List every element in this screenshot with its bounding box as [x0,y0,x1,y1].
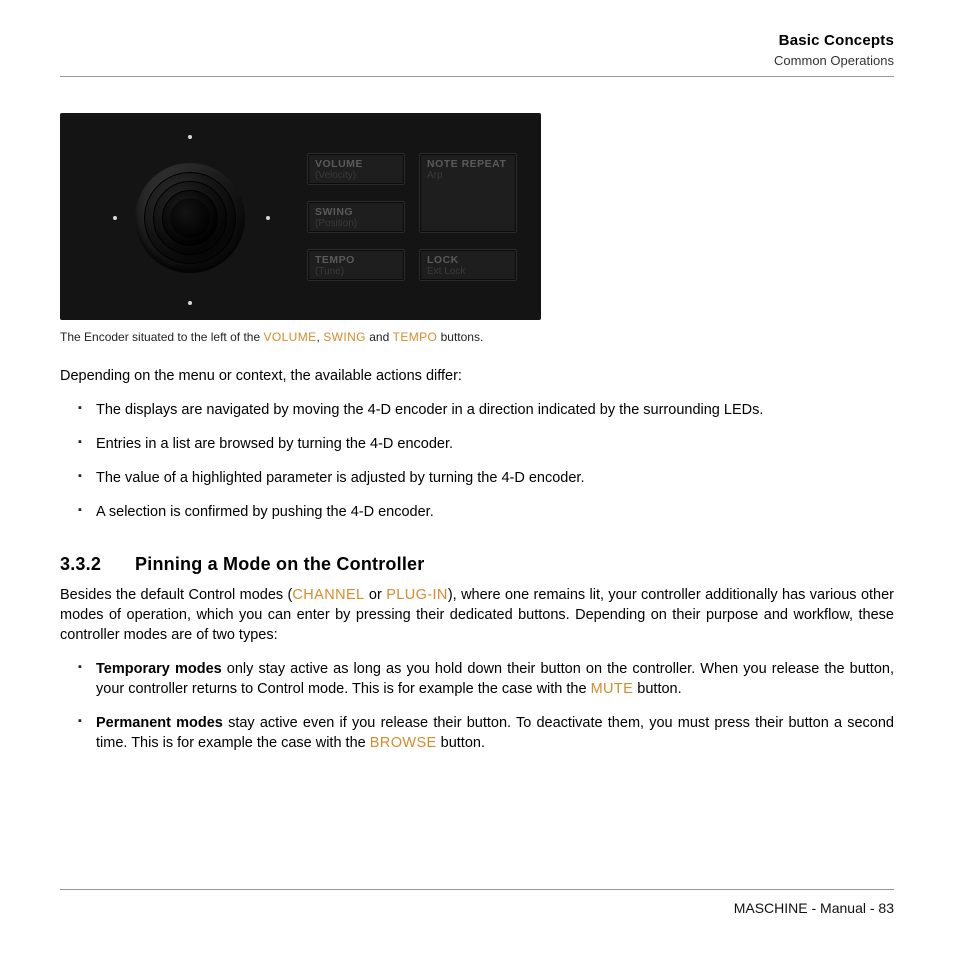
list-item: The value of a highlighted parameter is … [82,468,894,488]
volume-sub: (Velocity) [315,170,397,181]
lock-label: LOCK [427,254,509,266]
led-up-icon [188,135,192,139]
channel-ref: CHANNEL [292,587,364,603]
list-item: Temporary modes only stay active as long… [82,659,894,699]
figure-area: VOLUME (Velocity) SWING (Position) TEMPO… [60,113,894,344]
footer-doc: Manual [820,900,866,916]
bullet-list-1: The displays are navigated by moving the… [82,400,894,522]
permanent-modes-lead: Permanent modes [96,715,223,731]
footer-page: 83 [878,900,894,916]
page-footer: MASCHINE - Manual - 83 [60,889,894,916]
section-paragraph: Besides the default Control modes (CHANN… [60,585,894,645]
note-repeat-button: NOTE REPEAT Arp [419,153,517,233]
encoder-figure: VOLUME (Velocity) SWING (Position) TEMPO… [60,113,541,320]
led-down-icon [188,301,192,305]
note-repeat-sub: Arp [427,170,509,181]
section-heading: 3.3.2 Pinning a Mode on the Controller [60,554,894,575]
led-left-icon [113,216,117,220]
swing-button: SWING (Position) [307,201,405,233]
lock-sub: Ext Lock [427,266,509,277]
note-repeat-label: NOTE REPEAT [427,158,509,170]
footer-rule [60,889,894,890]
bullet-list-2: Temporary modes only stay active as long… [82,659,894,753]
encoder-knob [135,163,245,273]
lock-button: LOCK Ext Lock [419,249,517,281]
footer-text: MASCHINE - Manual - 83 [60,900,894,916]
header-subtitle: Common Operations [60,53,894,68]
caption-text: The Encoder situated to the left of the [60,330,263,344]
mute-ref: MUTE [591,681,634,697]
swing-sub: (Position) [315,218,397,229]
figure-caption: The Encoder situated to the left of the … [60,330,894,344]
browse-ref: BROWSE [370,735,437,751]
volume-button: VOLUME (Velocity) [307,153,405,185]
caption-tempo: TEMPO [393,330,438,344]
list-item: A selection is confirmed by pushing the … [82,502,894,522]
section-title: Pinning a Mode on the Controller [135,554,424,575]
caption-swing: SWING [323,330,366,344]
list-item: Entries in a list are browsed by turning… [82,434,894,454]
temporary-modes-lead: Temporary modes [96,661,222,677]
caption-volume: VOLUME [263,330,316,344]
footer-product: MASCHINE [734,900,808,916]
tempo-button: TEMPO (Tune) [307,249,405,281]
section-number: 3.3.2 [60,554,101,575]
list-item: The displays are navigated by moving the… [82,400,894,420]
page-header: Basic Concepts Common Operations [60,32,894,68]
tempo-label: TEMPO [315,254,397,266]
plugin-ref: PLUG-IN [386,587,448,603]
volume-label: VOLUME [315,158,397,170]
list-item: Permanent modes stay active even if you … [82,713,894,753]
page: Basic Concepts Common Operations VOLUME … [0,0,954,954]
led-right-icon [266,216,270,220]
intro-paragraph: Depending on the menu or context, the av… [60,366,894,386]
header-title: Basic Concepts [60,32,894,49]
tempo-sub: (Tune) [315,266,397,277]
header-rule [60,76,894,77]
swing-label: SWING [315,206,397,218]
